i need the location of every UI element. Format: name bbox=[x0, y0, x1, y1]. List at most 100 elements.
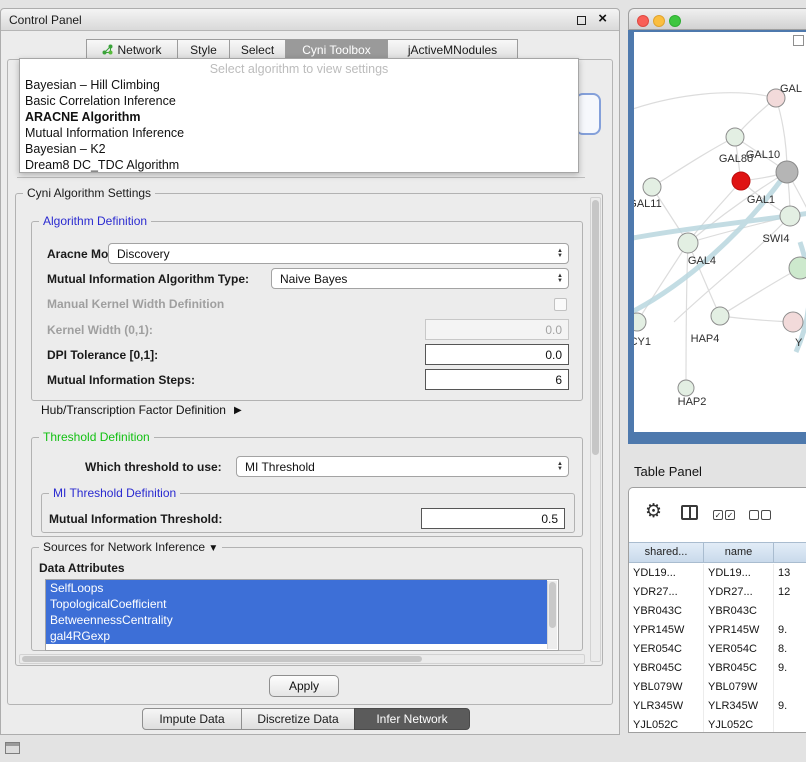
network-node[interactable] bbox=[643, 178, 661, 196]
sources-section-header[interactable]: Sources for Network Inference ▼ bbox=[39, 540, 222, 554]
list-item[interactable]: BetweennessCentrality bbox=[46, 612, 547, 628]
network-node[interactable] bbox=[634, 313, 646, 331]
network-node[interactable] bbox=[711, 307, 729, 325]
dropdown-option[interactable]: Basic Correlation Inference bbox=[20, 93, 578, 109]
dropdown-option[interactable]: Bayesian – K2 bbox=[20, 141, 578, 157]
list-scrollbar[interactable] bbox=[547, 581, 557, 649]
groupbox-fragment-line bbox=[17, 177, 585, 179]
sources-label: Sources for Network Inference bbox=[43, 540, 205, 554]
tab-discretize-data[interactable]: Discretize Data bbox=[241, 708, 355, 730]
table-body: YDL19... YDL19... 13 YDR27... YDR27... 1… bbox=[629, 564, 806, 732]
control-panel-titlebar: Control Panel × bbox=[1, 9, 619, 31]
manual-kernel-width-label: Manual Kernel Width Definition bbox=[47, 297, 224, 311]
birdseye-toggle-icon[interactable] bbox=[793, 35, 804, 46]
dpi-tolerance-field[interactable]: 0.0 bbox=[425, 344, 569, 365]
tab-style[interactable]: Style bbox=[177, 39, 230, 60]
column-header[interactable] bbox=[774, 543, 806, 562]
which-threshold-select[interactable]: MI Threshold ▲▼ bbox=[236, 456, 569, 477]
list-scrollbar-thumb[interactable] bbox=[549, 582, 556, 628]
close-icon[interactable]: × bbox=[598, 10, 607, 27]
group-title: MI Threshold Definition bbox=[49, 486, 180, 500]
vertical-scrollbar-thumb[interactable] bbox=[592, 200, 599, 455]
combo-arrows-icon: ▲▼ bbox=[557, 274, 563, 284]
apply-button[interactable]: Apply bbox=[269, 675, 339, 697]
cyni-bottom-tabbar: Impute Data Discretize Data Infer Networ… bbox=[143, 708, 470, 730]
aracne-mode-select[interactable]: Discovery ▲▼ bbox=[108, 243, 569, 264]
dropdown-option[interactable]: Bayesian – Hill Climbing bbox=[20, 77, 578, 93]
tab-label: jActiveMNodules bbox=[408, 43, 497, 57]
zoom-traffic-light-icon[interactable] bbox=[669, 15, 681, 27]
vertical-scrollbar[interactable] bbox=[590, 197, 601, 662]
table-row[interactable]: YJL052C YJL052C bbox=[629, 716, 806, 732]
node-label: GCY1 bbox=[634, 336, 651, 348]
network-node[interactable] bbox=[776, 161, 798, 183]
column-header[interactable]: shared... bbox=[629, 543, 704, 562]
network-canvas[interactable]: GAL GAL80 GAL10 GAL11 GAL1 SWI4 GAL4 GCY… bbox=[634, 32, 806, 432]
list-item[interactable]: gal4RGexp bbox=[46, 628, 547, 644]
selected-value: Discovery bbox=[117, 247, 170, 261]
dropdown-placeholder: Select algorithm to view settings bbox=[20, 62, 578, 77]
list-item[interactable]: SelfLoops bbox=[46, 580, 547, 596]
network-node[interactable] bbox=[789, 257, 806, 279]
tab-label: Cyni Toolbox bbox=[302, 43, 370, 57]
tab-select[interactable]: Select bbox=[229, 39, 286, 60]
mi-threshold-field[interactable]: 0.5 bbox=[421, 508, 565, 529]
network-frame: GAL GAL80 GAL10 GAL11 GAL1 SWI4 GAL4 GCY… bbox=[628, 30, 806, 444]
table-row[interactable]: YLR345W YLR345W 9. bbox=[629, 697, 806, 716]
algorithm-dropdown-popup: Select algorithm to view settings Bayesi… bbox=[19, 58, 579, 173]
dropdown-option-selected[interactable]: ARACNE Algorithm bbox=[20, 109, 578, 125]
dpi-tolerance-label: DPI Tolerance [0,1]: bbox=[47, 348, 158, 362]
horizontal-scrollbar-thumb[interactable] bbox=[22, 656, 422, 662]
column-header[interactable]: name bbox=[704, 543, 774, 562]
dropdown-option[interactable]: Dream8 DC_TDC Algorithm bbox=[20, 157, 578, 173]
table-row[interactable]: YBR045C YBR045C 9. bbox=[629, 659, 806, 678]
node-label: GAL11 bbox=[634, 198, 662, 210]
data-attributes-listbox[interactable]: SelfLoops TopologicalCoefficient Between… bbox=[45, 579, 559, 651]
horizontal-scrollbar[interactable] bbox=[19, 654, 585, 664]
gear-icon[interactable]: ⚙ bbox=[645, 500, 662, 523]
dropdown-option[interactable]: Mutual Information Inference bbox=[20, 125, 578, 141]
network-node[interactable] bbox=[732, 172, 750, 190]
table-row[interactable]: YBL079W YBL079W bbox=[629, 678, 806, 697]
group-title: Cyni Algorithm Settings bbox=[23, 186, 155, 200]
table-row[interactable]: YBR043C YBR043C bbox=[629, 602, 806, 621]
hub-transcription-factor-section[interactable]: Hub/Transcription Factor Definition ▶ bbox=[41, 403, 242, 417]
table-row[interactable]: YPR145W YPR145W 9. bbox=[629, 621, 806, 640]
minimize-traffic-light-icon[interactable] bbox=[653, 15, 665, 27]
network-node[interactable] bbox=[678, 233, 698, 253]
network-view-window: GAL GAL80 GAL10 GAL11 GAL1 SWI4 GAL4 GCY… bbox=[628, 8, 806, 444]
network-node[interactable] bbox=[726, 128, 744, 146]
which-threshold-label: Which threshold to use: bbox=[85, 460, 222, 474]
window-title: Control Panel bbox=[9, 13, 82, 27]
field-value: 0.0 bbox=[545, 348, 562, 362]
expand-right-icon[interactable]: ▶ bbox=[234, 405, 242, 416]
manual-kernel-width-checkbox[interactable] bbox=[554, 298, 567, 311]
tab-infer-network[interactable]: Infer Network bbox=[354, 708, 470, 730]
network-node[interactable] bbox=[780, 206, 800, 226]
select-all-checks-icon[interactable]: ✓ ✓ bbox=[713, 510, 735, 520]
field-value: 0.0 bbox=[545, 323, 562, 337]
mi-steps-field[interactable]: 6 bbox=[425, 369, 569, 390]
tab-impute-data[interactable]: Impute Data bbox=[142, 708, 242, 730]
table-row[interactable]: YDR27... YDR27... 12 bbox=[629, 583, 806, 602]
mi-algorithm-type-select[interactable]: Naive Bayes ▲▼ bbox=[271, 268, 569, 289]
columns-icon[interactable] bbox=[681, 505, 698, 520]
table-row[interactable]: YER054C YER054C 8. bbox=[629, 640, 806, 659]
table-row[interactable]: YDL19... YDL19... 13 bbox=[629, 564, 806, 583]
tab-label: Select bbox=[241, 43, 274, 57]
network-node[interactable] bbox=[678, 380, 694, 396]
list-item[interactable]: TopologicalCoefficient bbox=[46, 596, 547, 612]
tab-cyni-toolbox[interactable]: Cyni Toolbox bbox=[285, 39, 388, 60]
tab-jactivemnodules[interactable]: jActiveMNodules bbox=[387, 39, 518, 60]
close-traffic-light-icon[interactable] bbox=[637, 15, 649, 27]
table-panel: ⚙ ✓ ✓ shared... name YDL19... YDL19... 1… bbox=[628, 487, 806, 733]
kernel-width-field[interactable]: 0.0 bbox=[425, 319, 569, 340]
collapsed-panel-icon[interactable] bbox=[5, 742, 20, 754]
group-title: Threshold Definition bbox=[39, 430, 154, 444]
float-window-icon[interactable] bbox=[577, 16, 586, 25]
combo-arrows-icon: ▲▼ bbox=[557, 249, 563, 259]
network-node[interactable] bbox=[783, 312, 803, 332]
deselect-all-checks-icon[interactable] bbox=[749, 510, 771, 520]
tab-network[interactable]: Network bbox=[86, 39, 178, 60]
collapse-down-icon[interactable]: ▼ bbox=[208, 543, 218, 554]
